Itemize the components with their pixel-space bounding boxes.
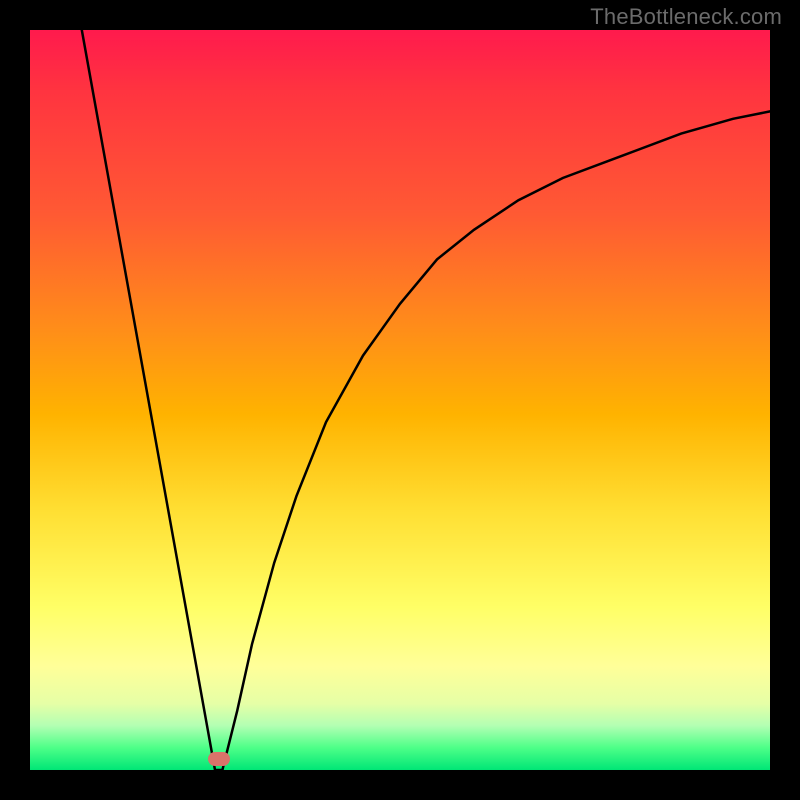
- optimal-point-marker: [208, 752, 230, 766]
- bottleneck-curve-path: [82, 30, 770, 770]
- curve-svg: [30, 30, 770, 770]
- plot-gradient-area: [30, 30, 770, 770]
- chart-frame: TheBottleneck.com: [0, 0, 800, 800]
- watermark-text: TheBottleneck.com: [590, 4, 782, 30]
